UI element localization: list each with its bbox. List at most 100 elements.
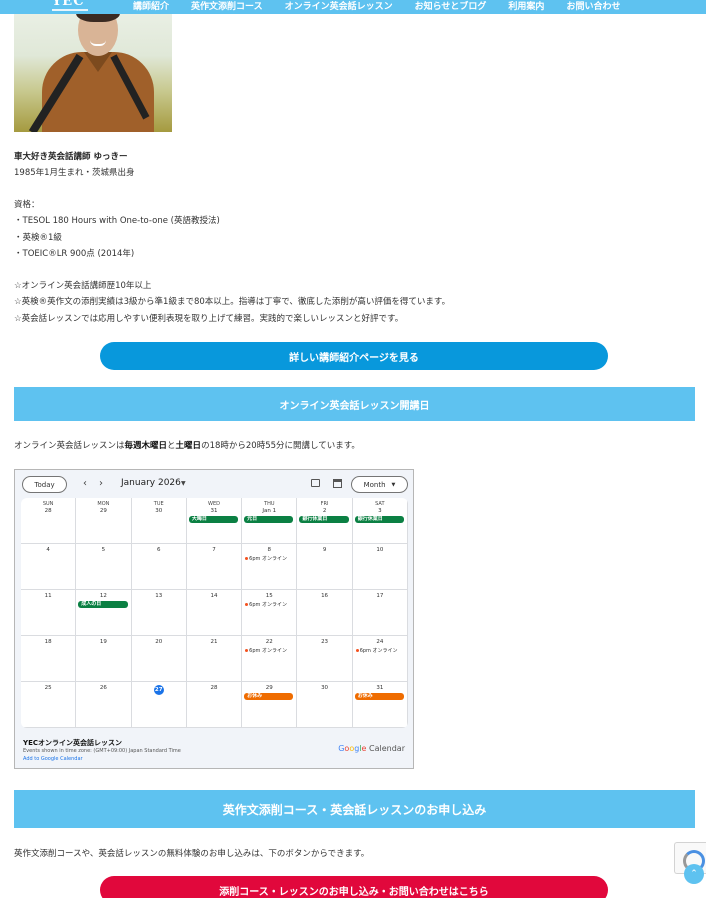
calendar-day-cell[interactable]: MON 29 <box>76 498 132 544</box>
calendar-day-cell[interactable]: 28 <box>186 682 243 728</box>
day-number: 23 <box>321 639 329 645</box>
day-number: 13 <box>155 593 163 599</box>
calendar-day-cell[interactable]: 15 6pm オンライン <box>242 590 298 636</box>
day-number: 5 <box>101 547 106 553</box>
calendar-event-chip[interactable]: 元日 <box>244 516 294 523</box>
calendar-day-cell[interactable]: 7 <box>186 544 243 590</box>
agenda-icon[interactable] <box>311 479 320 487</box>
instructor-birth: 1985年1月生まれ・茨城県出身 <box>14 168 135 178</box>
calendar-day-cell[interactable]: 29 お休み <box>242 682 298 728</box>
calendar-event-chip[interactable]: 銀行休業日 <box>299 516 349 523</box>
day-number: 20 <box>155 639 163 645</box>
calendar-event[interactable]: 6pm オンライン <box>245 647 287 654</box>
calendar-day-cell[interactable]: 13 <box>131 590 187 636</box>
instructor-photo <box>14 14 172 132</box>
day-number: 22 <box>265 639 273 645</box>
profile-page-button[interactable]: 詳しい講師紹介ページを見る <box>100 342 608 370</box>
calendar-day-cell[interactable]: 19 <box>76 636 132 682</box>
day-number: 16 <box>321 593 329 599</box>
calendar-day-cell[interactable]: 23 <box>297 636 353 682</box>
calendar-day-cell[interactable]: SUN 28 <box>21 498 77 544</box>
nav-link[interactable]: 利用案内 <box>508 1 544 13</box>
google-wordmark: Google <box>338 744 367 753</box>
caret-down-icon[interactable]: ▼ <box>181 480 186 487</box>
calendar-event-chip[interactable]: 大晦日 <box>188 516 239 523</box>
calendar-day-cell[interactable]: 16 <box>297 590 353 636</box>
calendar-day-cell[interactable]: 5 <box>76 544 132 590</box>
weekday-label: SAT <box>375 501 385 507</box>
calendar-day-cell[interactable]: 17 <box>352 590 408 636</box>
calendar-icon[interactable] <box>333 479 342 488</box>
chevron-up-icon[interactable]: ⌃ <box>684 864 704 884</box>
calendar-day-cell[interactable]: 21 <box>186 636 243 682</box>
calendar-day-cell[interactable]: 9 <box>297 544 353 590</box>
day-number: 31 <box>376 685 384 691</box>
calendar-day-cell[interactable]: 8 6pm オンライン <box>242 544 298 590</box>
highlight-item: ☆英検®英作文の添削実績は3級から準1級まで80本以上。指導は丁寧で、徹底した添… <box>14 297 451 307</box>
view-select-button[interactable]: Month ▼ <box>351 476 408 493</box>
site-logo[interactable]: YEC <box>52 0 85 9</box>
add-to-google-calendar-link[interactable]: Add to Google Calendar <box>23 756 83 762</box>
calendar-day-cell[interactable]: 30 <box>297 682 353 728</box>
day-number: 29 <box>265 685 273 691</box>
calendar-day-cell[interactable]: 18 <box>21 636 77 682</box>
day-number: 17 <box>376 593 384 599</box>
calendar-day-cell[interactable]: 31 お休み <box>352 682 408 728</box>
day-number: 7 <box>212 547 216 553</box>
calendar-day-cell[interactable]: 6 <box>131 544 187 590</box>
calendar-day-cell[interactable]: TUE 30 <box>131 498 187 544</box>
weekday-label: WED <box>208 501 220 507</box>
day-number: 12 <box>99 593 107 599</box>
calendar-event-chip[interactable]: お休み <box>354 693 404 700</box>
calendar-event[interactable]: 6pm オンライン <box>245 555 287 562</box>
calendar-day-cell[interactable]: 20 <box>131 636 187 682</box>
calendar-day-cell[interactable]: 22 6pm オンライン <box>242 636 298 682</box>
day-number: 25 <box>44 685 52 691</box>
nav-link[interactable]: 講師紹介 <box>133 1 169 13</box>
day-number: 10 <box>376 547 384 553</box>
nav-link[interactable]: 英作文添削コース <box>191 1 263 13</box>
calendar-day-cell[interactable]: 27 <box>131 682 187 728</box>
calendar-day-cell[interactable]: 14 <box>186 590 243 636</box>
qualification-item: ・TESOL 180 Hours with One-to-one (英語教授法) <box>14 216 220 226</box>
next-month-icon[interactable]: › <box>99 478 103 489</box>
today-button[interactable]: Today <box>22 476 67 493</box>
day-number: 28 <box>44 508 52 514</box>
highlight-item: ☆英会話レッスンでは応用しやすい便利表現を取り上げて練習。実践的で楽しいレッスン… <box>14 314 404 324</box>
google-calendar-logo[interactable]: Google Calendar <box>338 744 405 753</box>
calendar-month-grid: SUN 28 MON 29 TUE 30 WED 31 大晦日 THU Jan 1 元日 FRI 2 銀行休… <box>21 498 408 728</box>
weekday-label: MON <box>97 501 110 507</box>
nav-link[interactable]: お知らせとブログ <box>415 1 487 13</box>
calendar-event[interactable]: 6pm オンライン <box>355 647 398 654</box>
nav-link[interactable]: お問い合わせ <box>566 1 620 13</box>
calendar-day-cell[interactable]: THU Jan 1 元日 <box>242 498 298 544</box>
google-calendar-embed: Today ‹ › January 2026 ▼ Month ▼ SUN 28 MON… <box>14 469 414 769</box>
day-number: 8 <box>267 547 272 553</box>
calendar-event[interactable]: 6pm オンライン <box>245 601 287 608</box>
calendar-month-label[interactable]: January 2026 <box>121 478 181 488</box>
calendar-day-cell[interactable]: 12 成人の日 <box>76 590 132 636</box>
day-number: 6 <box>156 547 161 553</box>
day-number: 27 <box>153 685 164 695</box>
calendar-day-cell[interactable]: 10 <box>352 544 408 590</box>
nav-link[interactable]: オンライン英会話レッスン <box>285 1 393 13</box>
day-number: 31 <box>210 508 218 514</box>
event-dot-icon <box>245 557 249 560</box>
prev-month-icon[interactable]: ‹ <box>83 478 87 489</box>
calendar-day-cell[interactable]: 11 <box>21 590 77 636</box>
weekday-label: SUN <box>42 501 54 507</box>
calendar-day-cell[interactable]: FRI 2 銀行休業日 <box>297 498 353 544</box>
apply-contact-button[interactable]: 添削コース・レッスンのお申し込み・お問い合わせはこちら <box>100 876 608 898</box>
calendar-event-chip[interactable]: 成人の日 <box>78 601 128 608</box>
calendar-event-chip[interactable]: お休み <box>244 693 294 700</box>
calendar-day-cell[interactable]: 25 <box>21 682 77 728</box>
calendar-day-cell[interactable]: 26 <box>76 682 132 728</box>
calendar-day-cell[interactable]: 24 6pm オンライン <box>352 636 408 682</box>
day-number: 9 <box>322 547 327 553</box>
calendar-event-chip[interactable]: 銀行休業日 <box>354 516 404 523</box>
logo-underline <box>52 9 88 11</box>
calendar-day-cell[interactable]: 4 <box>21 544 77 590</box>
day-number: 21 <box>210 639 218 645</box>
calendar-day-cell[interactable]: SAT 3 銀行休業日 <box>352 498 408 544</box>
calendar-day-cell[interactable]: WED 31 大晦日 <box>186 498 243 544</box>
